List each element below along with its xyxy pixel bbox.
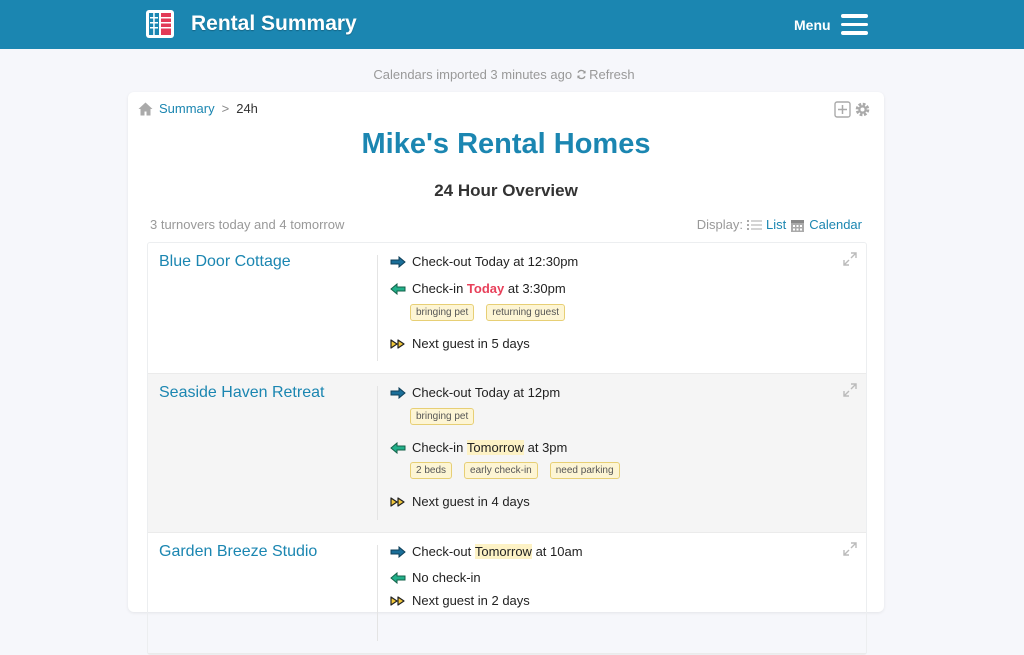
- guest-tag: need parking: [549, 462, 620, 479]
- app-logo-icon[interactable]: [146, 10, 174, 38]
- display-options: Display: List Calendar: [697, 217, 862, 232]
- page-title: Mike's Rental Homes: [361, 128, 651, 160]
- checkout-day: Tomorrow: [474, 544, 532, 559]
- page-subtitle: 24 Hour Overview: [434, 181, 578, 200]
- breadcrumb-summary-link[interactable]: Summary: [159, 101, 215, 116]
- checkin-label: Check-in: [412, 281, 464, 296]
- row-divider: [377, 545, 378, 641]
- turnover-summary: 3 turnovers today and 4 tomorrow: [150, 217, 345, 232]
- row-divider: [377, 386, 378, 520]
- card-tools: [834, 101, 871, 118]
- next-guest-text: Next guest in 4 days: [412, 494, 530, 509]
- checkin-arrow-icon: [390, 571, 406, 584]
- next-guest-icon: [390, 496, 405, 507]
- checkout-event: Check-out Today at 12pm: [390, 385, 560, 400]
- guest-tag: 2 beds: [410, 462, 453, 479]
- checkout-arrow-icon: [390, 545, 406, 558]
- expand-icon[interactable]: [843, 252, 857, 266]
- display-list-label: List: [766, 217, 787, 232]
- guest-tag: bringing pet: [410, 408, 475, 425]
- checkin-label: Check-in: [412, 440, 464, 455]
- guest-tag: bringing pet: [410, 304, 475, 321]
- breadcrumb: Summary > 24h: [138, 101, 258, 116]
- next-guest-text: Next guest in 5 days: [412, 336, 530, 351]
- property-row: Garden Breeze Studio Check-out Tomorrow …: [148, 533, 866, 654]
- property-name[interactable]: Blue Door Cottage: [159, 253, 291, 271]
- add-icon[interactable]: [834, 101, 851, 118]
- checkout-arrow-icon: [390, 255, 406, 268]
- guest-tag: returning guest: [486, 304, 565, 321]
- import-status: Calendars imported 3 minutes ago Refresh: [0, 67, 1008, 82]
- expand-icon[interactable]: [843, 542, 857, 556]
- checkin-time: at 3pm: [527, 440, 568, 455]
- calendar-icon: [791, 219, 805, 232]
- gear-icon[interactable]: [854, 101, 871, 118]
- import-status-text: Calendars imported 3 minutes ago: [373, 67, 573, 82]
- rental-card: Summary > 24h Mike's Rental Homes 24 Hou…: [128, 92, 884, 655]
- checkout-label: Check-out: [412, 544, 472, 559]
- top-bar: Rental Summary Menu: [0, 0, 1024, 49]
- row-divider: [377, 255, 378, 361]
- checkin-event: Check-in Tomorrow at 3pm: [390, 440, 567, 455]
- guest-tag: early check-in: [464, 462, 538, 479]
- refresh-icon: [577, 69, 586, 80]
- menu-label: Menu: [794, 16, 831, 33]
- checkin-tags: bringing pet returning guest: [410, 304, 565, 321]
- checkin-day: Tomorrow: [466, 440, 524, 455]
- checkout-day: Today: [474, 385, 510, 400]
- checkout-tags: bringing pet: [410, 408, 475, 425]
- checkin-tags: 2 beds early check-in need parking: [410, 462, 620, 479]
- checkout-label: Check-out: [412, 385, 472, 400]
- checkout-event: Check-out Today at 12:30pm: [390, 254, 578, 269]
- next-guest-event: Next guest in 5 days: [390, 336, 530, 351]
- breadcrumb-separator: >: [221, 101, 230, 116]
- checkin-day: Today: [466, 281, 505, 296]
- checkin-event: No check-in: [390, 570, 481, 585]
- property-name[interactable]: Garden Breeze Studio: [159, 543, 317, 561]
- checkout-arrow-icon: [390, 386, 406, 399]
- property-name[interactable]: Seaside Haven Retreat: [159, 384, 324, 402]
- checkin-arrow-icon: [390, 441, 406, 454]
- refresh-link[interactable]: Refresh: [572, 67, 635, 82]
- display-calendar-label: Calendar: [809, 217, 862, 232]
- hamburger-icon: [840, 14, 868, 35]
- no-checkin-text: No check-in: [412, 570, 481, 585]
- properties-list: Blue Door Cottage Check-out Today at 12:…: [147, 242, 867, 655]
- refresh-label: Refresh: [589, 67, 635, 82]
- checkout-label: Check-out: [412, 254, 472, 269]
- next-guest-event: Next guest in 4 days: [390, 494, 530, 509]
- checkin-event: Check-in Today at 3:30pm: [390, 281, 566, 296]
- expand-icon[interactable]: [843, 383, 857, 397]
- checkin-arrow-icon: [390, 282, 406, 295]
- next-guest-icon: [390, 595, 405, 606]
- display-list-option[interactable]: List: [743, 217, 786, 232]
- checkout-time: at 12pm: [513, 385, 561, 400]
- checkout-time: at 10am: [535, 544, 583, 559]
- checkin-time: at 3:30pm: [507, 281, 566, 296]
- home-icon[interactable]: [138, 102, 153, 116]
- breadcrumb-current: 24h: [236, 101, 258, 116]
- next-guest-event: Next guest in 2 days: [390, 593, 530, 608]
- checkout-time: at 12:30pm: [513, 254, 579, 269]
- next-guest-icon: [390, 338, 405, 349]
- property-row: Seaside Haven Retreat Check-out Today at…: [148, 374, 866, 533]
- display-calendar-option[interactable]: Calendar: [786, 217, 862, 232]
- property-row: Blue Door Cottage Check-out Today at 12:…: [148, 243, 866, 374]
- display-label: Display:: [696, 217, 743, 232]
- checkout-day: Today: [474, 254, 510, 269]
- list-icon: [747, 219, 762, 230]
- menu-button[interactable]: Menu: [794, 14, 868, 35]
- next-guest-text: Next guest in 2 days: [412, 593, 530, 608]
- app-title[interactable]: Rental Summary: [191, 12, 357, 36]
- checkout-event: Check-out Tomorrow at 10am: [390, 544, 583, 559]
